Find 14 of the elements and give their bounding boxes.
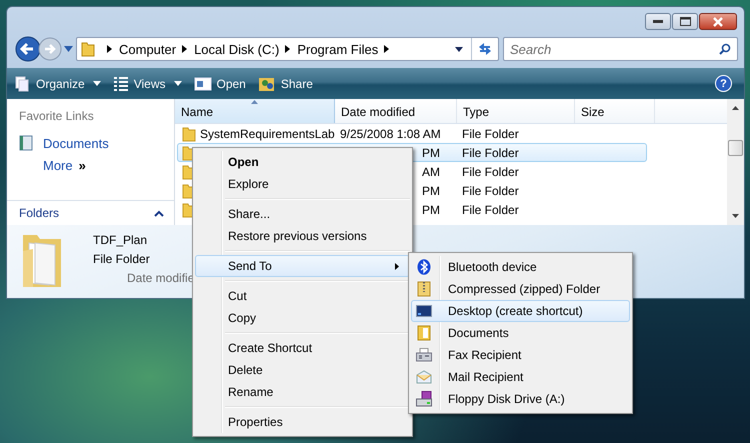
- section-title: Favorite Links: [19, 109, 95, 123]
- details-name: TDF_Plan: [93, 233, 148, 249]
- date-cell: AM: [422, 164, 440, 178]
- type-cell: File Folder: [462, 202, 519, 216]
- type-cell: File Folder: [462, 184, 519, 198]
- type-cell: File Folder: [462, 164, 519, 178]
- date-cell: 9/25/2008 1:08 AM: [340, 126, 441, 140]
- type-cell: File Folder: [462, 146, 519, 160]
- details-type: File Folder: [93, 252, 151, 268]
- date-cell: PM: [422, 146, 440, 160]
- file-name: SystemRequirementsLab: [200, 126, 335, 140]
- date-cell: PM: [422, 202, 440, 216]
- type-cell: File Folder: [462, 126, 519, 140]
- date-cell: PM: [422, 184, 440, 198]
